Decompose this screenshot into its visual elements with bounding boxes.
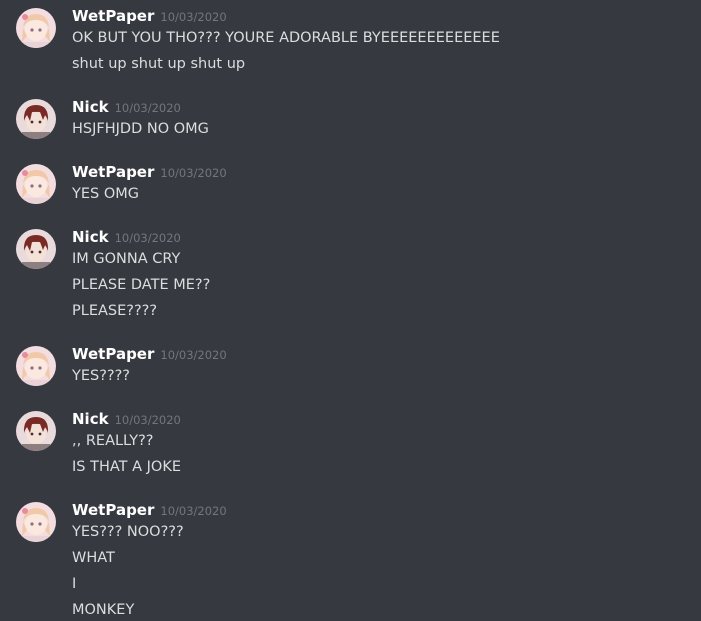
- wetpaper-avatar[interactable]: [16, 8, 56, 48]
- message-header: WetPaper 10/03/2020: [72, 344, 227, 364]
- nick-avatar[interactable]: [16, 411, 56, 451]
- wetpaper-avatar[interactable]: [16, 346, 56, 386]
- wetpaper-avatar[interactable]: [16, 502, 56, 542]
- message-header: Nick 10/03/2020: [72, 97, 181, 117]
- timestamp: 10/03/2020: [160, 166, 227, 180]
- timestamp: 10/03/2020: [114, 231, 181, 245]
- username[interactable]: WetPaper: [72, 163, 154, 181]
- message-header: WetPaper 10/03/2020: [72, 6, 227, 26]
- message-text: YES??? NOO???: [72, 524, 184, 540]
- message-text: MONKEY: [72, 602, 135, 618]
- message-text: PLEASE DATE ME??: [72, 277, 211, 293]
- message-text: PLEASE????: [72, 303, 158, 319]
- message-text: OK BUT YOU THO??? YOURE ADORABLE BYEEEEE…: [72, 30, 500, 46]
- timestamp: 10/03/2020: [114, 413, 181, 427]
- message-header: Nick 10/03/2020: [72, 409, 181, 429]
- message-text: ,, REALLY??: [72, 433, 154, 449]
- message-text: IS THAT A JOKE: [72, 459, 181, 475]
- wetpaper-avatar[interactable]: [16, 164, 56, 204]
- message-text: WHAT: [72, 550, 115, 566]
- timestamp: 10/03/2020: [160, 348, 227, 362]
- timestamp: 10/03/2020: [114, 101, 181, 115]
- username[interactable]: Nick: [72, 98, 109, 116]
- timestamp: 10/03/2020: [160, 504, 227, 518]
- username[interactable]: Nick: [72, 228, 109, 246]
- message-text: YES????: [72, 368, 131, 384]
- message-text: YES OMG: [72, 186, 139, 202]
- nick-avatar[interactable]: [16, 99, 56, 139]
- nick-avatar[interactable]: [16, 229, 56, 269]
- username[interactable]: WetPaper: [72, 501, 154, 519]
- message-text: IM GONNA CRY: [72, 251, 181, 267]
- username[interactable]: WetPaper: [72, 7, 154, 25]
- message-text: shut up shut up shut up: [72, 56, 246, 72]
- timestamp: 10/03/2020: [160, 10, 227, 24]
- message-text: HSJFHJDD NO OMG: [72, 121, 209, 137]
- message-header: WetPaper 10/03/2020: [72, 500, 227, 520]
- message-header: WetPaper 10/03/2020: [72, 162, 227, 182]
- username[interactable]: Nick: [72, 410, 109, 428]
- message-header: Nick 10/03/2020: [72, 227, 181, 247]
- message-text: I: [72, 576, 77, 592]
- username[interactable]: WetPaper: [72, 345, 154, 363]
